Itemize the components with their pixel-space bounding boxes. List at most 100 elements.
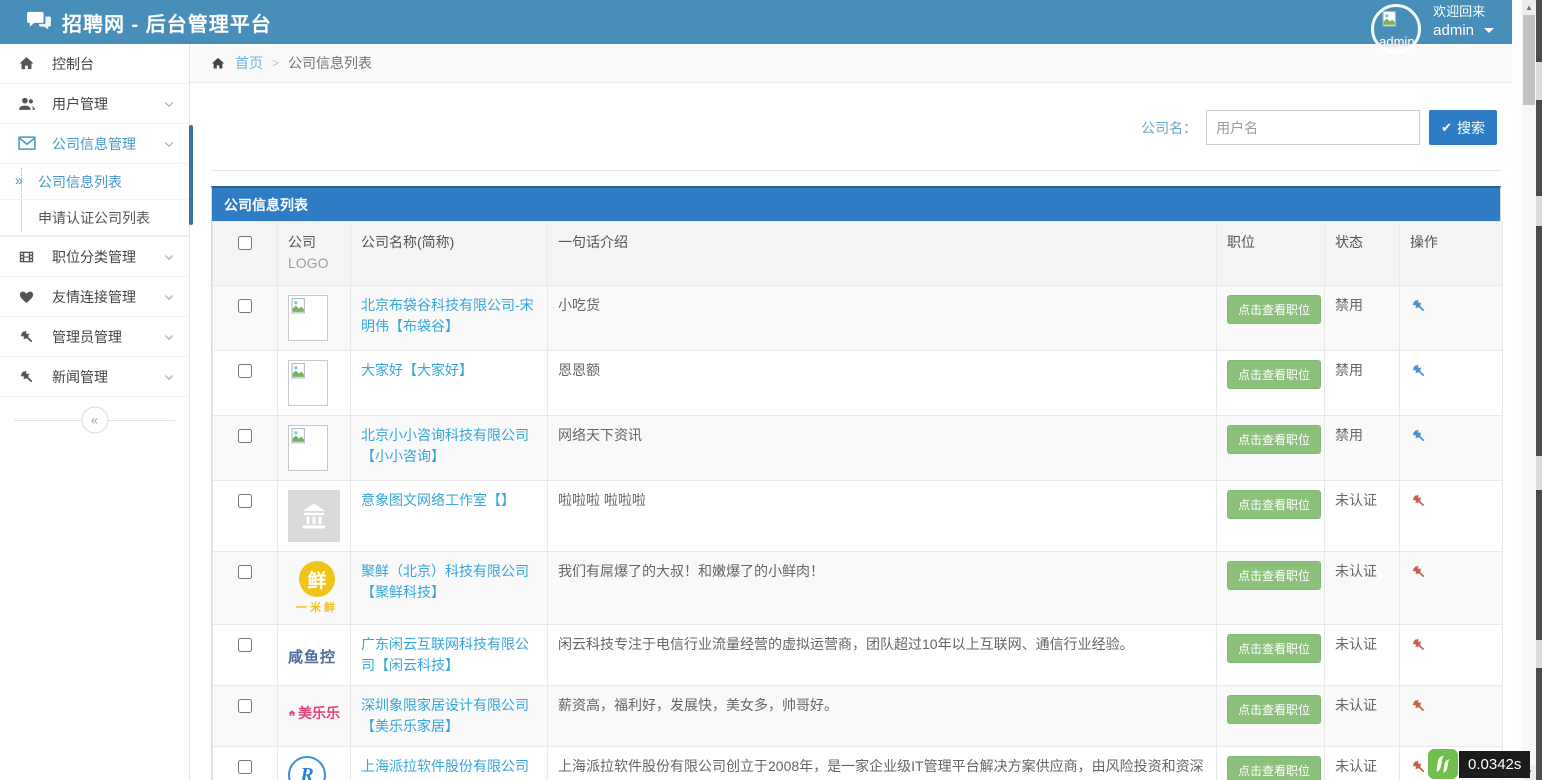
heart-icon: [18, 289, 40, 305]
submenu-item-label: 申请认证公司列表: [38, 208, 150, 228]
username: admin: [1433, 21, 1474, 41]
sidebar-item-company-info[interactable]: 公司信息管理: [0, 124, 189, 164]
status-text: 未认证: [1325, 481, 1400, 552]
gavel-action-icon[interactable]: [1410, 297, 1427, 314]
company-intro: 我们有屌爆了的大叔！和嫩爆了的小鲜肉！: [548, 552, 1217, 625]
sidebar-item-job-category[interactable]: 职位分类管理: [0, 237, 189, 277]
jobs-button[interactable]: 点击查看职位: [1227, 490, 1321, 519]
company-intro: 薪资高，福利好，发展快，美女多，帅哥好。: [548, 686, 1217, 747]
gavel-action-icon[interactable]: [1410, 427, 1427, 444]
row-checkbox[interactable]: [238, 760, 252, 774]
caret-down-icon: [1484, 28, 1494, 38]
company-logo-house: 美乐乐: [288, 703, 340, 723]
jobs-button[interactable]: 点击查看职位: [1227, 634, 1321, 663]
logo-letter-circle: R: [288, 756, 326, 780]
company-name-link[interactable]: 大家好【大家好】: [361, 360, 473, 381]
vertical-scrollbar[interactable]: ▲ ▼: [1522, 0, 1536, 780]
search-button[interactable]: ✔ 搜索: [1429, 110, 1497, 145]
company-table-body: 北京布袋谷科技有限公司-宋明伟【布袋谷】 小吃货 点击查看职位 禁用 大家好【大…: [213, 286, 1503, 780]
status-text: 未认证: [1325, 686, 1400, 747]
user-menu[interactable]: admin 欢迎回来 admin: [1371, 0, 1494, 44]
brand: 招聘网 - 后台管理平台: [0, 8, 272, 37]
window-edge-strip: [1536, 0, 1542, 780]
check-icon: ✔: [1441, 120, 1452, 136]
jobs-button[interactable]: 点击查看职位: [1227, 695, 1321, 724]
header-intro: 一句话介绍: [548, 222, 1217, 286]
logo-house-text: 美乐乐: [298, 703, 340, 723]
row-checkbox[interactable]: [238, 699, 252, 713]
row-checkbox[interactable]: [238, 364, 252, 378]
gavel-action-icon[interactable]: [1410, 563, 1427, 580]
gavel-action-icon[interactable]: [1410, 492, 1427, 509]
row-checkbox[interactable]: [238, 565, 252, 579]
jobs-button[interactable]: 点击查看职位: [1227, 295, 1321, 324]
submenu-item-company-list[interactable]: » 公司信息列表: [0, 164, 189, 200]
search-bar: 公司名： ✔ 搜索: [211, 110, 1497, 145]
jobs-button[interactable]: 点击查看职位: [1227, 561, 1321, 590]
status-text: 未认证: [1325, 625, 1400, 686]
table-row: 北京小小咨询科技有限公司【小小咨询】 网络天下资讯 点击查看职位 禁用: [213, 416, 1503, 481]
table-row: 意象图文网络工作室【】 啦啦啦 啦啦啦 点击查看职位 未认证: [213, 481, 1503, 552]
panel-title: 公司信息列表: [212, 188, 1500, 221]
submenu-company-info: » 公司信息列表 申请认证公司列表: [0, 164, 189, 237]
company-name-link[interactable]: 北京布袋谷科技有限公司-宋明伟【布袋谷】: [361, 295, 537, 337]
row-checkbox[interactable]: [238, 429, 252, 443]
scrollbar-thumb[interactable]: [1523, 15, 1535, 105]
double-arrow-icon: »: [15, 172, 23, 188]
sidebar-item-users[interactable]: 用户管理: [0, 84, 189, 124]
section-divider: [211, 170, 1501, 171]
submenu-item-cert-apply-list[interactable]: 申请认证公司列表: [0, 200, 189, 236]
status-text: 禁用: [1325, 351, 1400, 416]
app-title: 招聘网 - 后台管理平台: [62, 8, 272, 37]
row-checkbox[interactable]: [238, 299, 252, 313]
gavel-action-icon[interactable]: [1410, 697, 1427, 714]
select-all-checkbox[interactable]: [238, 236, 252, 250]
table-row: 咸鱼控 广东闲云互联网科技有限公司【闲云科技】 闲云科技专注于电信行业流量经营的…: [213, 625, 1503, 686]
logo-cell: [278, 481, 351, 552]
avatar-alt-text: admin: [1379, 34, 1414, 49]
row-checkbox[interactable]: [238, 494, 252, 508]
company-name-input[interactable]: [1206, 110, 1420, 145]
avatar[interactable]: admin: [1371, 4, 1421, 54]
logo-cell: 鲜一米鲜: [278, 552, 351, 625]
header-logo: 公司LOGO: [278, 222, 351, 286]
company-logo-broken-image: [288, 295, 328, 341]
main-area: 首页 > 公司信息列表 公司名： ✔ 搜索 公司信息列表: [190, 44, 1512, 780]
company-name-link[interactable]: 深圳象限家居设计有限公司【美乐乐家居】: [361, 695, 537, 737]
row-checkbox[interactable]: [238, 638, 252, 652]
header-action: 操作: [1400, 222, 1503, 286]
content: 公司名： ✔ 搜索 公司信息列表 公司LOGO: [190, 110, 1512, 780]
sidebar-collapse-button[interactable]: «: [81, 407, 108, 434]
jobs-button[interactable]: 点击查看职位: [1227, 756, 1321, 780]
exec-time-badge: 0.0342s: [1459, 751, 1530, 778]
company-table: 公司LOGO 公司名称(简称) 一句话介绍 职位 状态 操作 北京布袋谷科技有限…: [212, 221, 1503, 780]
company-name-link[interactable]: 聚鲜（北京）科技有限公司【聚鲜科技】: [361, 561, 537, 603]
home-icon: [18, 55, 40, 72]
sidebar-scrollbar-thumb[interactable]: [189, 125, 193, 225]
sidebar-item-label: 管理员管理: [52, 327, 122, 347]
welcome-line1: 欢迎回来: [1433, 4, 1494, 21]
scroll-up-arrow[interactable]: ▲: [1522, 0, 1536, 15]
jobs-button[interactable]: 点击查看职位: [1227, 360, 1321, 389]
search-button-label: 搜索: [1457, 118, 1485, 138]
sidebar-item-dashboard[interactable]: 控制台: [0, 44, 189, 84]
table-row: R 上海派拉软件股份有限公司【派拉软件】 上海派拉软件股份有限公司创立于2008…: [213, 747, 1503, 780]
sidebar-item-news-management[interactable]: 新闻管理: [0, 357, 189, 397]
breadcrumb-home-link[interactable]: 首页: [235, 53, 263, 73]
company-name-link[interactable]: 上海派拉软件股份有限公司【派拉软件】: [361, 756, 537, 780]
gavel-action-icon[interactable]: [1410, 636, 1427, 653]
chevron-down-icon: [163, 138, 175, 150]
home-icon: [210, 56, 226, 71]
gavel-action-icon[interactable]: [1410, 362, 1427, 379]
company-name-link[interactable]: 北京小小咨询科技有限公司【小小咨询】: [361, 425, 537, 467]
sidebar-item-admin-management[interactable]: 管理员管理: [0, 317, 189, 357]
logo-cell: 咸鱼控: [278, 625, 351, 686]
company-name-link[interactable]: 广东闲云互联网科技有限公司【闲云科技】: [361, 634, 537, 676]
jobs-button[interactable]: 点击查看职位: [1227, 425, 1321, 454]
logo-cell: R: [278, 747, 351, 780]
company-logo-broken-image: [288, 360, 328, 406]
sidebar-item-friend-links[interactable]: 友情连接管理: [0, 277, 189, 317]
company-name-link[interactable]: 意象图文网络工作室【】: [361, 490, 515, 511]
table-row: 大家好【大家好】 恩恩额 点击查看职位 禁用: [213, 351, 1503, 416]
gavel-action-icon[interactable]: [1410, 758, 1427, 775]
